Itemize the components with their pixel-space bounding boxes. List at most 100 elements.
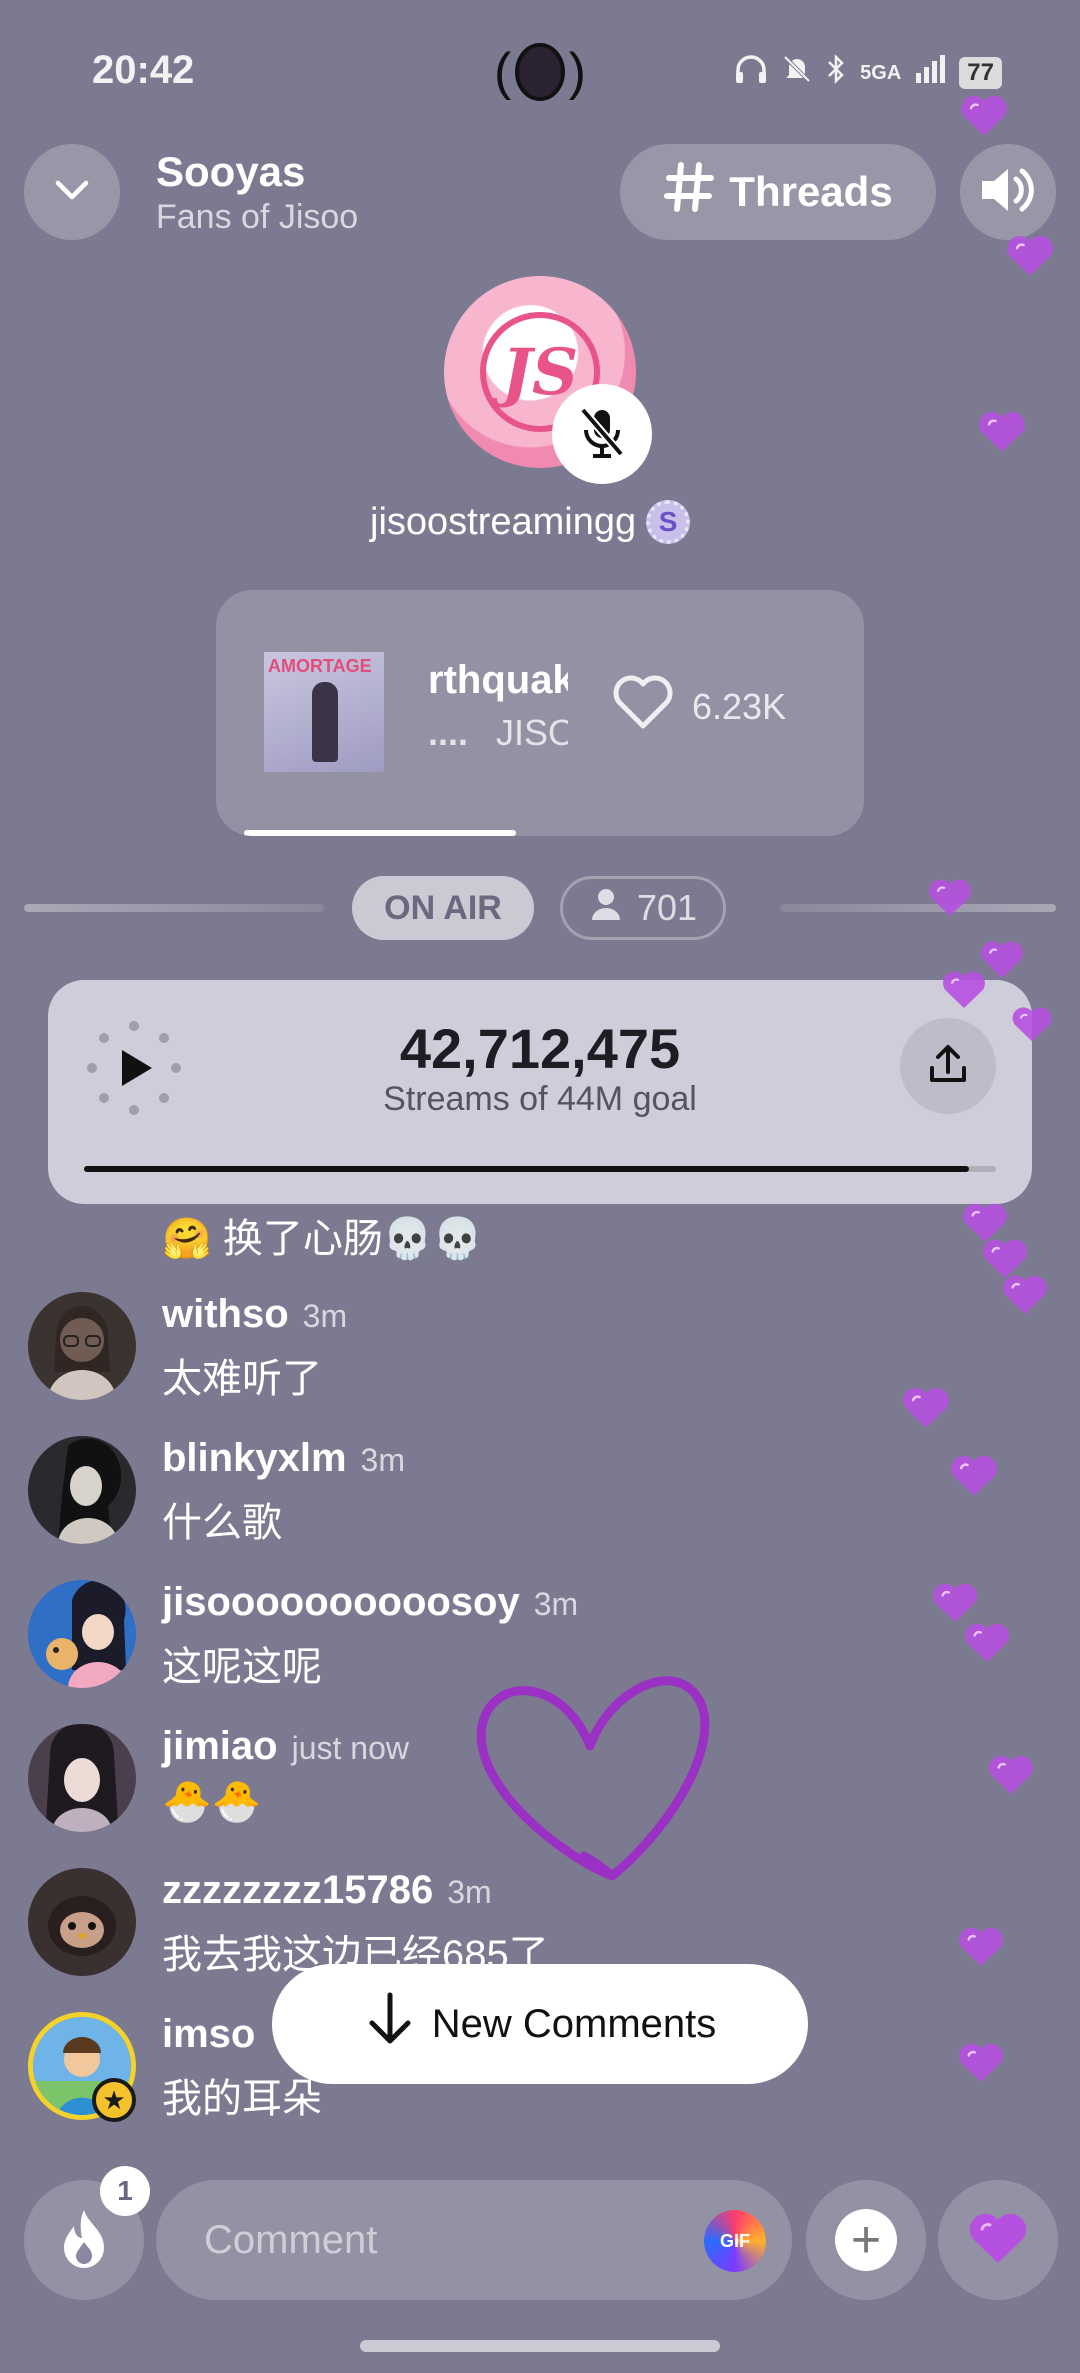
new-comments-label: New Comments: [431, 2001, 717, 2046]
comment-partial-text: 🤗 换了心肠💀💀: [162, 1217, 483, 1261]
comment-time: 3m: [302, 1298, 348, 1334]
person-icon: [589, 887, 623, 930]
floating-heart-icon: [961, 95, 1007, 136]
signal-icon: [915, 55, 946, 91]
recording-indicator: (): [494, 43, 586, 101]
listener-count[interactable]: 701: [560, 876, 726, 940]
share-button[interactable]: [900, 1018, 996, 1114]
hashtag-icon: [663, 161, 715, 223]
divider-right: [780, 904, 1056, 912]
comment-text: 🐣🐣: [162, 1780, 262, 1824]
listener-number: 701: [636, 887, 698, 928]
new-comments-button[interactable]: New Comments: [272, 1964, 808, 2084]
floating-heart-icon: [959, 1927, 1003, 1966]
plus-icon: +: [835, 2209, 897, 2271]
comment-username[interactable]: zzzzzzzz15786: [162, 1868, 433, 1912]
mic-muted-badge: [552, 384, 652, 484]
status-icons: 5GA 77: [734, 53, 1002, 92]
now-playing-card[interactable]: AMORTAGE rthquak .... JISO 6.23K: [216, 590, 864, 836]
divider-left: [24, 904, 324, 912]
mic-off-icon: [577, 404, 627, 465]
stream-goal: Streams of 44M goal: [383, 1080, 697, 1118]
album-art-figure: [312, 682, 338, 762]
purple-heart-icon: [966, 2209, 1030, 2272]
floating-heart-icon: [1003, 1275, 1047, 1314]
avatar[interactable]: [28, 1868, 136, 1976]
floating-heart-icon: [983, 1239, 1027, 1278]
sound-button[interactable]: [960, 144, 1056, 240]
list-item[interactable]: blinkyxlm 3m 什么歌: [28, 1436, 928, 1546]
comment-time: 3m: [360, 1442, 405, 1478]
album-art: AMORTAGE: [264, 652, 384, 772]
comment-time: just now: [291, 1730, 409, 1766]
comment-header: jimiao just now: [162, 1724, 409, 1769]
avatar[interactable]: [28, 1724, 136, 1832]
song-artist: JISO: [496, 712, 568, 753]
send-heart-button[interactable]: [938, 2180, 1058, 2300]
avatar[interactable]: [28, 1292, 136, 1400]
host-name: jisoostreamingg: [370, 500, 637, 543]
floating-heart-icon: [959, 2043, 1003, 2082]
gif-button[interactable]: GIF: [704, 2210, 766, 2272]
stream-count: 42,712,475: [399, 1017, 681, 1080]
comment-header: imso: [162, 2012, 269, 2057]
floating-heart-icon: [965, 1623, 1009, 1662]
star-badge-icon: ★: [92, 2078, 136, 2122]
threads-button[interactable]: Threads: [620, 144, 936, 240]
album-art-title: AMORTAGE: [268, 656, 372, 676]
comment-username[interactable]: imso: [162, 2012, 255, 2056]
like-count: 6.23K: [692, 685, 787, 727]
headphones-icon: [734, 54, 768, 92]
bell-muted-icon: [782, 54, 812, 92]
battery-icon: 77: [959, 57, 1002, 89]
comment-input[interactable]: [204, 2217, 664, 2263]
heart-outline-icon: [612, 674, 674, 739]
comment-username[interactable]: jimiao: [162, 1724, 278, 1768]
home-indicator: [360, 2340, 720, 2352]
network-label: 5GA: [860, 61, 902, 84]
speaker-icon: [978, 163, 1038, 222]
song-progress-bar: [244, 830, 516, 836]
floating-heart-icon: [981, 941, 1023, 979]
room-title: Sooyas: [156, 148, 306, 195]
comment-header: withso 3m: [162, 1292, 347, 1337]
on-air-badge: ON AIR: [352, 876, 534, 940]
room-subtitle: Fans of Jisoo: [156, 198, 359, 236]
collapse-button[interactable]: [24, 144, 120, 240]
notification-badge: 1: [100, 2166, 150, 2216]
stream-progress-track: [84, 1166, 996, 1172]
floating-heart-icon: [989, 1755, 1033, 1794]
host-mini-avatar: [515, 43, 565, 101]
comment-header: blinkyxlm 3m: [162, 1436, 405, 1481]
avatar[interactable]: [28, 1436, 136, 1544]
comment-time: 3m: [533, 1586, 579, 1622]
threads-label: Threads: [729, 168, 893, 215]
verified-badge-icon: S: [646, 500, 691, 544]
comment-username[interactable]: jisoooooooooosoy: [162, 1580, 520, 1624]
song-artist-prefix: ....: [428, 712, 469, 753]
comment-text: 这呢这呢: [162, 1645, 322, 1689]
comment-username[interactable]: blinkyxlm: [162, 1436, 347, 1480]
list-item[interactable]: withso 3m 太难听了: [28, 1292, 928, 1402]
like-button[interactable]: 6.23K: [612, 674, 786, 739]
floating-heart-icon: [951, 1455, 997, 1496]
fire-icon: [56, 2206, 112, 2275]
bluetooth-icon: [826, 53, 846, 92]
song-artist-row: .... JISO: [428, 712, 568, 754]
floating-heart-icon: [933, 1583, 977, 1622]
stream-counter-card: 42,712,475 Streams of 44M goal: [48, 980, 1032, 1204]
comment-bar[interactable]: GIF: [156, 2180, 792, 2300]
host-name-row[interactable]: jisoostreamingg S: [370, 500, 691, 544]
stream-progress-fill: [84, 1166, 969, 1172]
add-button[interactable]: +: [806, 2180, 926, 2300]
song-title: rthquak: [428, 658, 568, 702]
comment-text: 太难听了: [162, 1357, 322, 1401]
share-icon: [926, 1042, 970, 1091]
comment-username[interactable]: withso: [162, 1292, 289, 1336]
comment-text: 什么歌: [162, 1501, 282, 1545]
floating-heart-icon: [929, 879, 971, 917]
arrow-down-icon: [364, 1991, 416, 2057]
floating-heart-icon: [963, 1203, 1007, 1242]
comment-header: jisoooooooooosoy 3m: [162, 1580, 578, 1625]
avatar[interactable]: [28, 1580, 136, 1688]
